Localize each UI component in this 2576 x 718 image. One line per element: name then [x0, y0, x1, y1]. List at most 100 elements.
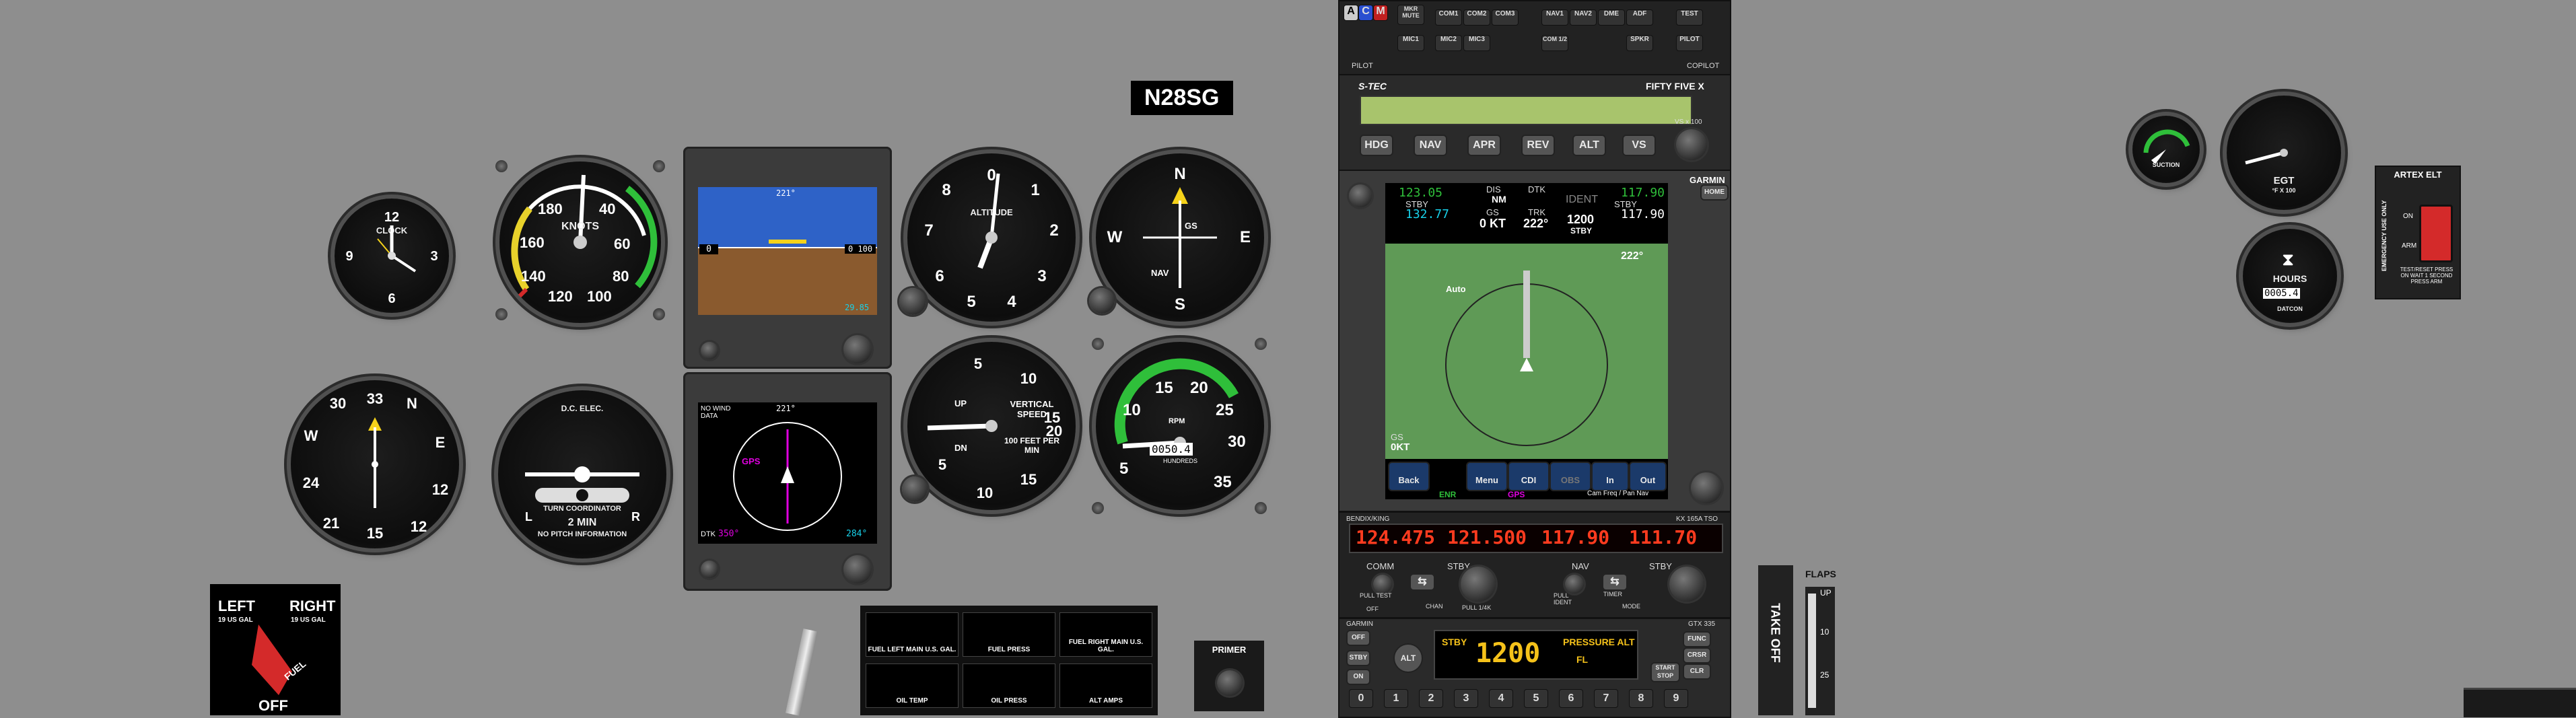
kx-comm-label: COMM [1366, 561, 1395, 571]
vsi-knob[interactable] [902, 476, 928, 502]
audio-btn-mkr[interactable]: MKR MUTE [1397, 5, 1424, 25]
mfd-right-knob[interactable] [843, 555, 872, 583]
svg-text:S: S [1175, 295, 1185, 314]
xpdr-key-8[interactable]: 8 [1629, 689, 1653, 708]
kx-pull-test: PULL TEST [1360, 592, 1392, 599]
gtn-out-button[interactable]: Out [1629, 462, 1667, 491]
kx-pull-14k: PULL 1/4K [1462, 604, 1492, 611]
xpdr-key-2[interactable]: 2 [1419, 689, 1443, 708]
fuel-off: OFF [258, 697, 288, 714]
audio-btn-a[interactable]: A [1344, 5, 1358, 21]
gtn-left-knob[interactable] [1349, 184, 1372, 207]
gtn-nav: 117.90 [1621, 186, 1665, 200]
asi-tick-140: 140 [521, 268, 546, 285]
audio-btn-test[interactable]: TEST [1676, 9, 1703, 26]
xpdr-key-7[interactable]: 7 [1594, 689, 1618, 708]
tach-tick-5: 5 [1119, 460, 1129, 478]
primer-knob[interactable] [1217, 670, 1243, 696]
audio-btn-nav1[interactable]: NAV1 [1541, 9, 1568, 26]
svg-text:6: 6 [388, 291, 395, 306]
xpdr-key-0[interactable]: 0 [1349, 689, 1373, 708]
ap-rev-button[interactable]: REV [1521, 135, 1555, 156]
kx-com-flip-button[interactable]: ⇆ [1409, 573, 1435, 591]
gtn-nav-stby: 117.90 [1621, 207, 1665, 221]
svg-text:12: 12 [384, 210, 399, 225]
elt-label: EMERGENCY USE ONLY [2381, 200, 2388, 271]
audio-btn-mic2[interactable]: MIC2 [1435, 35, 1462, 51]
engine-gauge-alt-amps: ALT AMPS [1059, 663, 1152, 708]
gtn-home-button[interactable]: HOME [1700, 184, 1729, 201]
kx-com-freq-knob[interactable] [1461, 567, 1496, 602]
mfd-left-knob[interactable] [701, 561, 718, 578]
gtn-cdi-button[interactable]: CDI [1508, 462, 1550, 491]
xpdr-key-6[interactable]: 6 [1559, 689, 1583, 708]
kx-nav-vol-knob[interactable] [1565, 575, 1584, 594]
clock-gauge: CLOCK 12369 [335, 199, 449, 313]
audio-btn-adf[interactable]: ADF [1626, 9, 1653, 26]
kx-com-vol-knob[interactable] [1373, 575, 1392, 594]
audio-btn-c[interactable]: C [1358, 5, 1373, 21]
xpdr-func-button[interactable]: FUNC [1683, 631, 1711, 647]
audio-btn-com3[interactable]: COM3 [1492, 9, 1519, 26]
kx-nav-flip-button[interactable]: ⇆ [1602, 573, 1628, 591]
xpdr-startstop-button[interactable]: START STOP [1650, 662, 1680, 682]
gtn-menu-button[interactable]: Menu [1466, 462, 1508, 491]
audio-btn-mic1[interactable]: MIC1 [1397, 35, 1424, 51]
kx-chan: CHAN [1426, 603, 1443, 610]
asi-tick-60: 60 [614, 236, 631, 252]
gtn-in-button[interactable]: In [1591, 462, 1629, 491]
gtn-right-knob[interactable] [1691, 472, 1722, 503]
svg-text:21: 21 [323, 515, 339, 532]
ap-hdg-button[interactable]: HDG [1360, 135, 1393, 156]
xpdr-alt-button[interactable]: ALT [1393, 643, 1423, 673]
elt-switch[interactable] [2419, 205, 2453, 262]
audio-btn-com2[interactable]: COM2 [1463, 9, 1490, 26]
kx165-radio: BENDIX/KING KX 165A TSO 124.475 121.500 … [1338, 511, 1731, 618]
altimeter-face: 0 1 2 3 4 5 6 7 8 [924, 166, 1058, 311]
kx-nav-freq-knob[interactable] [1669, 567, 1704, 602]
xpdr-stby-button[interactable]: STBY [1346, 650, 1370, 666]
xpdr-on-button[interactable]: ON [1346, 669, 1370, 685]
tail-number: N28SG [1131, 81, 1233, 115]
gtn-obs-button[interactable]: OBS [1550, 462, 1591, 491]
xpdr-key-9[interactable]: 9 [1664, 689, 1688, 708]
flaps-lever[interactable]: UP 10 25 [1805, 587, 1835, 715]
xpdr-key-1[interactable]: 1 [1384, 689, 1408, 708]
kx-nav-active: 117.90 [1541, 526, 1610, 548]
audio-btn-pilot[interactable]: PILOT [1676, 35, 1703, 51]
ap-nav-button[interactable]: NAV [1414, 135, 1447, 156]
xpdr-off-button[interactable]: OFF [1346, 630, 1370, 646]
audio-btn-dme[interactable]: DME [1598, 9, 1625, 26]
hsi-knob[interactable] [1089, 288, 1115, 314]
screw [1255, 502, 1267, 514]
ap-vs-button[interactable]: VS [1622, 135, 1656, 156]
svg-text:15: 15 [1020, 471, 1037, 488]
xpdr-clr-button[interactable]: CLR [1683, 663, 1711, 680]
xpdr-key-3[interactable]: 3 [1454, 689, 1478, 708]
kx-mode: MODE [1622, 603, 1640, 610]
xpdr-crsr-button[interactable]: CRSR [1683, 647, 1711, 663]
audio-btn-m[interactable]: M [1373, 5, 1388, 21]
xpdr-key-5[interactable]: 5 [1524, 689, 1548, 708]
xpdr-key-4[interactable]: 4 [1489, 689, 1513, 708]
xpdr-mode: STBY [1442, 637, 1467, 647]
audio-btn-spkr[interactable]: SPKR [1626, 35, 1653, 51]
screw [653, 160, 665, 172]
pfd-left-knob[interactable] [701, 342, 718, 359]
ap-apr-button[interactable]: APR [1467, 135, 1501, 156]
tach-face [1114, 358, 1239, 449]
hsi-nav: NAV [1151, 268, 1169, 278]
pfd-right-knob[interactable] [843, 335, 872, 363]
asi-tick-40: 40 [599, 201, 616, 217]
asi-tick-120: 120 [548, 288, 573, 305]
audio-btn-nav2[interactable]: NAV2 [1570, 9, 1597, 26]
audio-btn-com1[interactable]: COM1 [1435, 9, 1462, 26]
engine-gauge-oil-temp: OIL TEMP [866, 663, 959, 708]
altimeter-knob[interactable] [899, 288, 926, 315]
ap-alt-button[interactable]: ALT [1572, 135, 1606, 156]
svg-text:7: 7 [924, 221, 933, 240]
gtn-back-button[interactable]: Back [1388, 462, 1430, 491]
audio-btn-mic3[interactable]: MIC3 [1463, 35, 1490, 51]
audio-btn-com12[interactable]: COM 1/2 [1541, 35, 1568, 51]
ap-vs-knob[interactable] [1676, 129, 1707, 160]
